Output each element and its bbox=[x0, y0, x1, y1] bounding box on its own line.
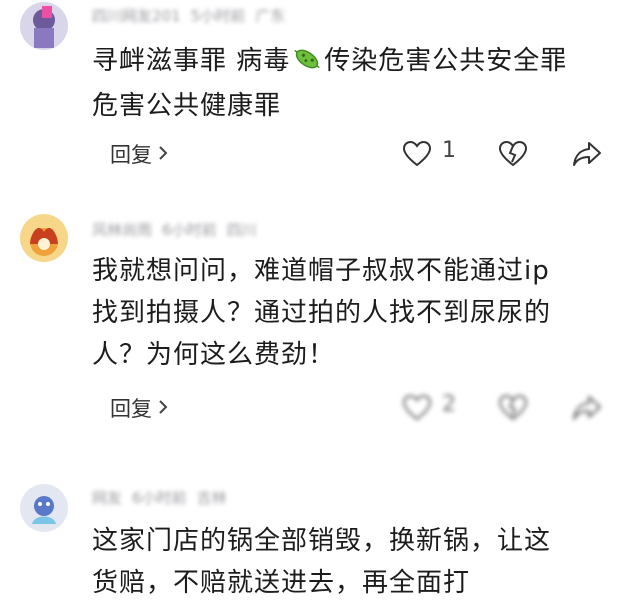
comment-text-line: 我就想问问，难道帽子叔叔不能通过ip bbox=[92, 256, 550, 286]
microbe-icon bbox=[292, 43, 322, 85]
comment-location: 四川 bbox=[226, 220, 257, 239]
like-count: 1 bbox=[442, 138, 456, 163]
comment-text-line: 这家门店的锅全部销毁，换新锅，让这 bbox=[92, 526, 552, 556]
comment-location: 吉林 bbox=[196, 488, 227, 507]
avatar[interactable] bbox=[20, 2, 68, 50]
comment-text-segment: 寻衅滋事罪 病毒 bbox=[92, 46, 291, 76]
reply-label: 回复 bbox=[110, 143, 152, 167]
like-icon[interactable] bbox=[402, 394, 432, 422]
comment-text-line: 找到拍摄人？通过拍的人找不到尿尿的 bbox=[92, 298, 552, 328]
share-icon[interactable] bbox=[572, 140, 602, 168]
dislike-icon[interactable] bbox=[498, 394, 528, 422]
chevron-right-icon bbox=[158, 142, 168, 166]
comment-text-segment: 传染危害公共安全罪 bbox=[324, 46, 568, 76]
comment-time: 5小时前 bbox=[190, 6, 246, 25]
comment-text-line: 危害公共健康罪 bbox=[92, 91, 282, 121]
comment-meta: 风林尚雨 6小时前 四川 bbox=[92, 218, 257, 240]
avatar[interactable] bbox=[20, 484, 68, 532]
comment-text: 这家门店的锅全部销毁，换新锅，让这 货赔，不赔就送进去，再全面打 bbox=[92, 520, 622, 604]
like-count: 2 bbox=[442, 392, 456, 417]
comment-time: 6小时前 bbox=[162, 220, 217, 239]
like-icon[interactable] bbox=[402, 140, 432, 168]
comment-text: 寻衅滋事罪 病毒 传染危害公共安全罪 危害公共健康罪 bbox=[92, 40, 622, 127]
dislike-icon[interactable] bbox=[498, 140, 528, 168]
comment-actions: 回复 2 bbox=[92, 388, 622, 428]
comment-meta: 四川网友201 5小时前 广东 bbox=[92, 4, 285, 26]
comment-location: 广东 bbox=[255, 6, 286, 25]
author-name[interactable]: 风林尚雨 bbox=[92, 219, 152, 240]
comment-text: 我就想问问，难道帽子叔叔不能通过ip 找到拍摄人？通过拍的人找不到尿尿的 人？为… bbox=[92, 250, 622, 376]
comment-item: 风林尚雨 6小时前 四川 我就想问问，难道帽子叔叔不能通过ip 找到拍摄人？通过… bbox=[0, 200, 640, 460]
chevron-right-icon bbox=[158, 396, 168, 420]
comment-actions: 回复 1 bbox=[92, 134, 622, 174]
author-name[interactable]: 网友 bbox=[92, 487, 122, 508]
reply-button[interactable]: 回复 bbox=[110, 388, 168, 428]
comment-item: 四川网友201 5小时前 广东 寻衅滋事罪 病毒 传染危害公共安全罪 危害公共健康… bbox=[0, 0, 640, 200]
comment-time: 6小时前 bbox=[132, 488, 187, 507]
comment-item: 网友 6小时前 吉林 这家门店的锅全部销毁，换新锅，让这 货赔，不赔就送进去，再… bbox=[0, 460, 640, 598]
author-name[interactable]: 四川网友201 bbox=[92, 5, 181, 26]
avatar[interactable] bbox=[20, 214, 68, 262]
comment-text-line: 人？为何这么费劲！ bbox=[92, 340, 336, 370]
share-icon[interactable] bbox=[572, 394, 602, 422]
reply-button[interactable]: 回复 bbox=[110, 134, 168, 174]
comment-text-line: 货赔，不赔就送进去，再全面打 bbox=[92, 568, 471, 598]
comment-meta: 网友 6小时前 吉林 bbox=[92, 486, 227, 508]
reply-label: 回复 bbox=[110, 397, 152, 421]
